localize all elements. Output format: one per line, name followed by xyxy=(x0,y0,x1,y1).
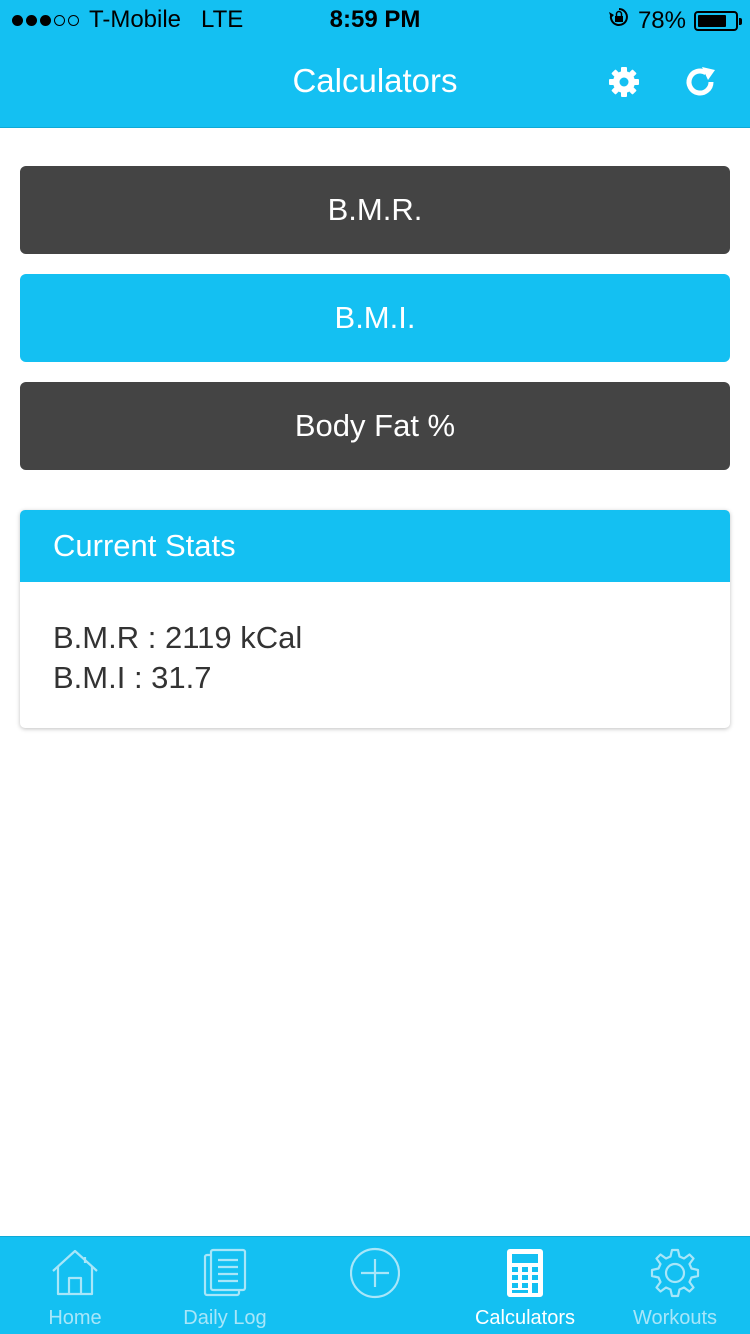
refresh-icon[interactable] xyxy=(682,64,718,100)
bmi-button-label: B.M.I. xyxy=(334,300,416,335)
tab-workouts[interactable]: Workouts xyxy=(600,1237,750,1334)
workouts-gear-icon xyxy=(650,1247,700,1299)
status-right: 78% xyxy=(608,6,742,35)
tab-home-label: Home xyxy=(48,1307,102,1329)
gear-icon[interactable] xyxy=(606,64,642,100)
bmr-button[interactable]: B.M.R. xyxy=(20,166,730,254)
battery-fill xyxy=(698,14,727,27)
tab-bar: Home Daily Log Calculators Workouts xyxy=(0,1236,750,1334)
current-stats-body: B.M.R : 2119 kCal B.M.I : 31.7 xyxy=(20,582,730,698)
bmr-stat: B.M.R : 2119 kCal xyxy=(53,620,303,655)
add-icon xyxy=(349,1247,401,1299)
rotation-lock-icon xyxy=(608,6,630,35)
bmi-button[interactable]: B.M.I. xyxy=(20,274,730,362)
battery-percent: 78% xyxy=(637,6,686,34)
tab-add[interactable] xyxy=(300,1237,450,1334)
top-bar: T-Mobile LTE 8:59 PM 78% Calculators xyxy=(0,0,750,128)
tab-calculators[interactable]: Calculators xyxy=(450,1237,600,1334)
home-icon xyxy=(50,1247,100,1299)
tab-home[interactable]: Home xyxy=(0,1237,150,1334)
tab-daily-log[interactable]: Daily Log xyxy=(150,1237,300,1334)
bmi-stat: B.M.I : 31.7 xyxy=(53,660,212,695)
log-icon xyxy=(200,1247,250,1299)
calculator-icon xyxy=(500,1247,550,1299)
status-bar: T-Mobile LTE 8:59 PM 78% xyxy=(0,0,750,40)
bmr-button-label: B.M.R. xyxy=(327,192,423,227)
current-stats-header: Current Stats xyxy=(20,510,730,582)
body-fat-button-label: Body Fat % xyxy=(294,408,456,443)
tab-workouts-label: Workouts xyxy=(632,1307,718,1329)
body-fat-button[interactable]: Body Fat % xyxy=(20,382,730,470)
tab-daily-log-label: Daily Log xyxy=(183,1307,267,1329)
battery-icon xyxy=(694,10,742,31)
tab-calculators-label: Calculators xyxy=(474,1307,576,1329)
current-stats-card: Current Stats B.M.R : 2119 kCal B.M.I : … xyxy=(20,510,730,728)
